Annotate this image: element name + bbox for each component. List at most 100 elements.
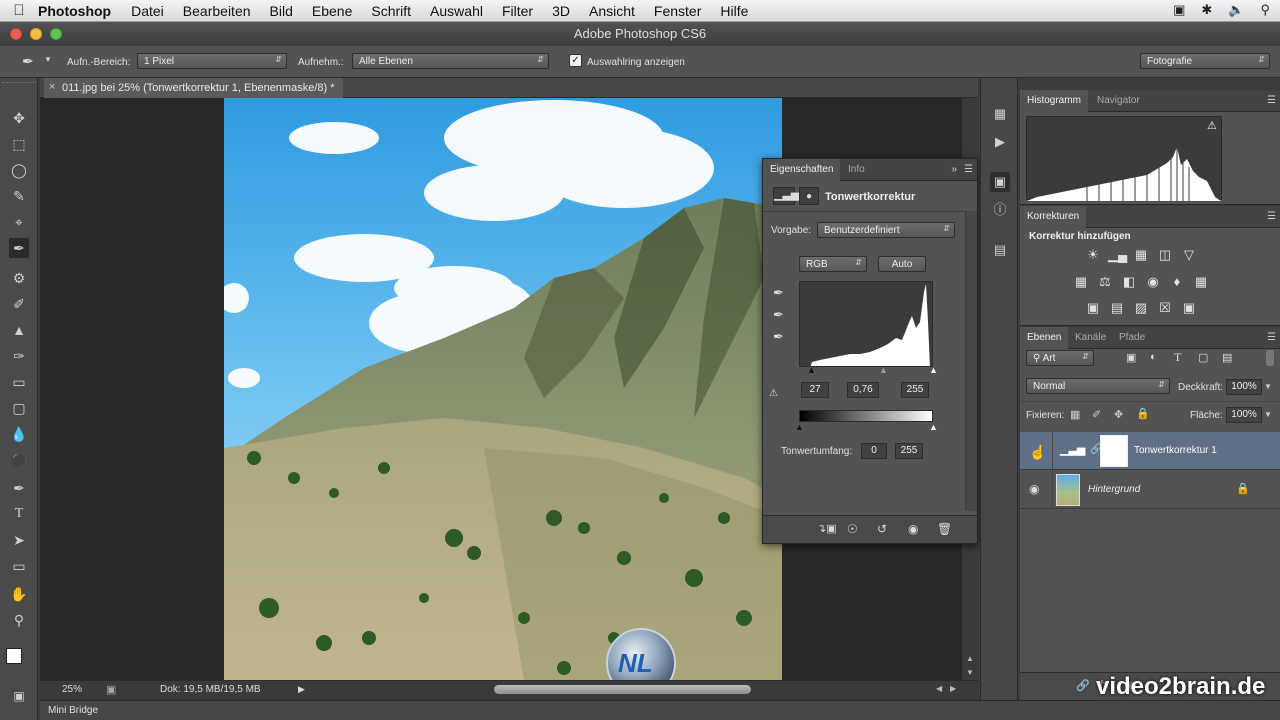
panel-menu-icon[interactable]: ☰ bbox=[1267, 95, 1276, 106]
menu-auswahl[interactable]: Auswahl bbox=[430, 3, 483, 19]
black-output-slider[interactable]: ▲ bbox=[795, 422, 804, 432]
cache-warning-icon[interactable]: ⚠ bbox=[1207, 119, 1217, 132]
black-white-icon[interactable]: ◧ bbox=[1120, 273, 1138, 291]
history-brush-tool-icon[interactable]: ✑ bbox=[9, 346, 29, 366]
tab-eigenschaften[interactable]: Eigenschaften bbox=[763, 159, 841, 181]
pen-tool-icon[interactable]: ✒ bbox=[9, 478, 29, 498]
tool-presets-icon[interactable]: ▤ bbox=[990, 240, 1010, 260]
zoom-window-button[interactable] bbox=[50, 28, 62, 40]
output-white-field[interactable]: 255 bbox=[895, 443, 923, 459]
lock-all-icon[interactable]: 🔒 bbox=[1136, 407, 1150, 420]
gradient-map-icon[interactable]: ▣ bbox=[1180, 299, 1198, 317]
link-layers-icon[interactable]: 🔗 bbox=[1076, 679, 1090, 692]
zoom-tool-icon[interactable]: ⚲ bbox=[9, 610, 29, 630]
menu-bearbeiten[interactable]: Bearbeiten bbox=[183, 3, 251, 19]
blur-tool-icon[interactable]: 💧 bbox=[9, 424, 29, 444]
scroll-down-arrow-icon[interactable]: ▼ bbox=[966, 668, 974, 677]
output-black-field[interactable]: 0 bbox=[861, 443, 887, 459]
clipping-warning-icon[interactable]: ⚠ bbox=[769, 388, 778, 399]
tab-navigator[interactable]: Navigator bbox=[1090, 90, 1147, 112]
threshold-icon[interactable]: ▨ bbox=[1132, 299, 1150, 317]
panel-menu-icon[interactable]: ☰ bbox=[1267, 332, 1276, 343]
input-black-field[interactable]: 27 bbox=[801, 382, 829, 398]
filter-toggle[interactable] bbox=[1266, 350, 1274, 366]
quick-select-tool-icon[interactable]: ✎ bbox=[9, 186, 29, 206]
eyedropper-icon[interactable]: ✒ bbox=[22, 53, 34, 70]
scroll-right-arrow-icon[interactable]: ▶ bbox=[950, 684, 956, 693]
tab-histogramm[interactable]: Histogramm bbox=[1020, 90, 1088, 112]
actions-play-icon[interactable]: ▶ bbox=[990, 132, 1010, 152]
lasso-tool-icon[interactable]: ◯ bbox=[9, 160, 29, 180]
collapse-panel-icon[interactable]: » bbox=[951, 164, 957, 175]
type-tool-icon[interactable]: T bbox=[9, 504, 29, 524]
photo-filter-icon[interactable]: ◉ bbox=[1144, 273, 1162, 291]
reset-icon[interactable]: ↺ bbox=[877, 522, 887, 536]
sample-size-select[interactable]: 1 Pixel ⇵ bbox=[137, 53, 287, 69]
crop-tool-icon[interactable]: ⌖ bbox=[9, 212, 29, 232]
lock-position-icon[interactable]: ✥ bbox=[1114, 408, 1123, 421]
menu-bild[interactable]: Bild bbox=[270, 3, 293, 19]
brightness-icon[interactable]: ☀ bbox=[1084, 246, 1102, 264]
layer-row[interactable]: ◉ Hintergrund 🔒 bbox=[1020, 471, 1280, 509]
input-gamma-field[interactable]: 0,76 bbox=[847, 382, 879, 398]
zoom-level[interactable]: 25% bbox=[62, 684, 82, 695]
rectangle-tool-icon[interactable]: ▭ bbox=[9, 556, 29, 576]
black-point-eyedropper-icon[interactable]: ✒ bbox=[773, 285, 784, 301]
brush-tool-icon[interactable]: ✐ bbox=[9, 294, 29, 314]
tab-kanaele[interactable]: Kanäle bbox=[1068, 327, 1113, 349]
spotlight-search-icon[interactable]: ⚲ bbox=[1260, 2, 1270, 18]
filter-smart-object-icon[interactable]: ▤ bbox=[1222, 351, 1232, 364]
menu-3d[interactable]: 3D bbox=[552, 3, 570, 19]
black-input-slider[interactable]: ▲ bbox=[807, 365, 816, 375]
lock-pixels-icon[interactable]: ✐ bbox=[1092, 408, 1101, 421]
blend-mode-select[interactable]: Normal ⇵ bbox=[1026, 378, 1170, 394]
visibility-eye-icon[interactable]: ◉ bbox=[1029, 482, 1039, 496]
invert-icon[interactable]: ▣ bbox=[1084, 299, 1102, 317]
selective-color-icon[interactable]: ☒ bbox=[1156, 299, 1174, 317]
lock-transparent-icon[interactable]: ▦ bbox=[1070, 408, 1080, 421]
layer-thumbnail[interactable] bbox=[1056, 474, 1080, 506]
apple-icon[interactable]:  bbox=[0, 2, 38, 19]
hue-saturation-icon[interactable]: ▦ bbox=[1072, 273, 1090, 291]
eraser-tool-icon[interactable]: ▭ bbox=[9, 372, 29, 392]
filter-shape-icon[interactable]: ▢ bbox=[1198, 351, 1208, 364]
visibility-eye-icon[interactable]: ◉ bbox=[908, 522, 918, 536]
mini-bridge-tab[interactable]: Mini Bridge bbox=[48, 705, 98, 716]
tab-ebenen[interactable]: Ebenen bbox=[1020, 327, 1069, 349]
menu-app-name[interactable]: Photoshop bbox=[38, 3, 111, 19]
posterize-icon[interactable]: ▤ bbox=[1108, 299, 1126, 317]
panel-menu-icon[interactable]: ☰ bbox=[964, 164, 973, 175]
layer-mask-thumbnail[interactable] bbox=[1100, 435, 1128, 467]
input-white-field[interactable]: 255 bbox=[901, 382, 929, 398]
scroll-up-arrow-icon[interactable]: ▲ bbox=[966, 654, 974, 663]
close-window-button[interactable] bbox=[10, 28, 22, 40]
bluetooth-icon[interactable]: ✱ bbox=[1201, 2, 1212, 18]
status-menu-arrow-icon[interactable]: ▶ bbox=[298, 684, 305, 695]
document-tab[interactable]: × 011.jpg bei 25% (Tonwertkorrektur 1, E… bbox=[44, 78, 343, 98]
color-lookup-icon[interactable]: ▦ bbox=[1192, 273, 1210, 291]
document-image[interactable] bbox=[224, 98, 782, 680]
channel-select[interactable]: RGB ⇵ bbox=[799, 256, 867, 272]
gamma-input-slider[interactable]: ▲ bbox=[879, 365, 888, 375]
menu-filter[interactable]: Filter bbox=[502, 3, 533, 19]
history-icon[interactable]: ▦ bbox=[990, 104, 1010, 124]
panel-menu-icon[interactable]: ☰ bbox=[1267, 211, 1276, 222]
volume-icon[interactable]: 🔈 bbox=[1228, 2, 1244, 18]
white-output-slider[interactable]: ▲ bbox=[929, 422, 938, 432]
marquee-tool-icon[interactable]: ⬚ bbox=[9, 134, 29, 154]
tool-preset-chevron-down-icon[interactable]: ▼ bbox=[44, 55, 52, 64]
healing-brush-tool-icon[interactable]: ⚙ bbox=[9, 268, 29, 288]
info-icon[interactable]: ⓘ bbox=[990, 200, 1010, 220]
foreground-color-swatch[interactable] bbox=[6, 648, 22, 664]
sample-layers-select[interactable]: Alle Ebenen ⇵ bbox=[352, 53, 549, 69]
filter-type-icon[interactable]: T bbox=[1174, 350, 1181, 365]
levels-icon[interactable]: ▁▄ bbox=[1108, 246, 1127, 264]
white-input-slider[interactable]: ▲ bbox=[929, 365, 938, 375]
eyedropper-tool-icon[interactable]: ✒ bbox=[9, 238, 29, 258]
dodge-tool-icon[interactable]: ⚫ bbox=[9, 450, 29, 470]
auto-button[interactable]: Auto bbox=[878, 256, 926, 272]
path-selection-tool-icon[interactable]: ➤ bbox=[9, 530, 29, 550]
white-point-eyedropper-icon[interactable]: ✒ bbox=[773, 329, 784, 345]
menu-ebene[interactable]: Ebene bbox=[312, 3, 352, 19]
tab-korrekturen[interactable]: Korrekturen bbox=[1020, 206, 1087, 228]
